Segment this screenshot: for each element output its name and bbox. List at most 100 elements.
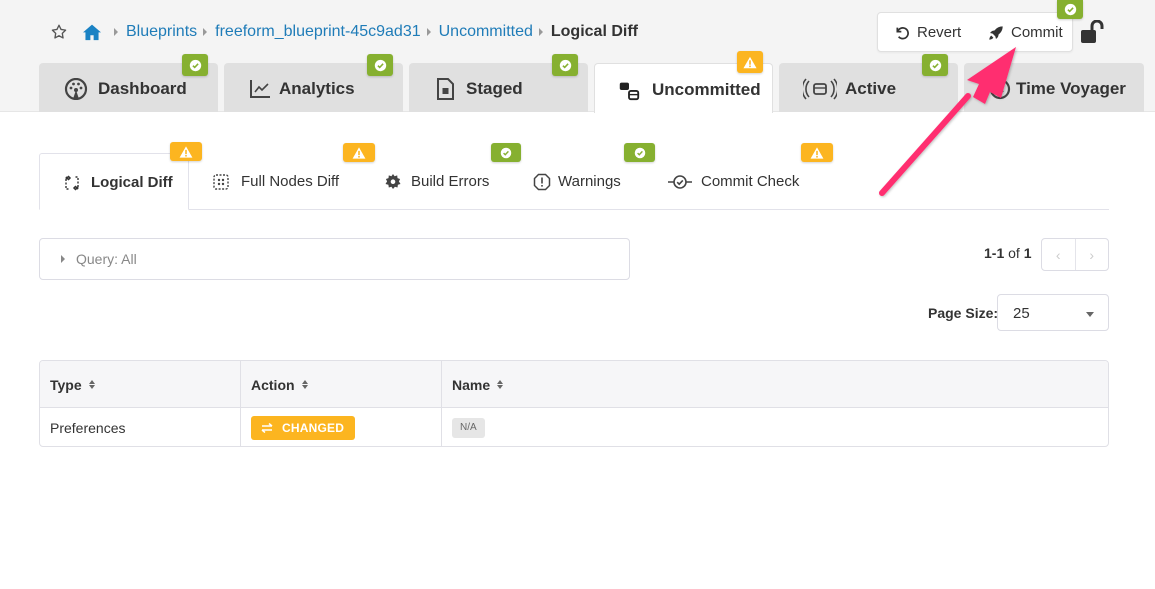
- pagination-total: 1: [1023, 245, 1032, 261]
- check-circle-icon: [559, 59, 571, 71]
- cell-action: CHANGED: [241, 408, 441, 446]
- next-page-button[interactable]: ›: [1076, 239, 1109, 270]
- breadcrumb-separator: [203, 28, 208, 36]
- breadcrumb-separator: [426, 28, 431, 36]
- tab-label: Time Voyager: [1016, 79, 1126, 98]
- page-size-label: Page Size:: [928, 305, 999, 321]
- breadcrumb-uncommitted[interactable]: Uncommitted: [439, 23, 533, 41]
- check-circle-icon: [634, 147, 645, 158]
- pagination-buttons: ‹ ›: [1041, 238, 1109, 271]
- pagination-summary: 1-1 of 1: [984, 245, 1032, 261]
- full-nodes-diff-icon: [211, 172, 231, 192]
- commit-button[interactable]: Commit: [988, 24, 1063, 41]
- breadcrumb-separator: [538, 28, 543, 36]
- commit-check-warning-badge: [801, 143, 833, 162]
- home-icon[interactable]: [82, 23, 102, 41]
- chevron-right-icon: ›: [1089, 246, 1095, 263]
- rocket-icon: [989, 25, 1003, 40]
- column-header-action[interactable]: Action: [241, 361, 442, 408]
- commit-actions-panel: Revert Commit: [877, 12, 1073, 52]
- tab-label: Staged: [466, 79, 523, 98]
- tab-label: Active: [845, 79, 897, 98]
- check-circle-icon: [500, 147, 512, 158]
- logical-diff-warning-badge: [170, 142, 202, 161]
- column-label: Name: [452, 376, 491, 393]
- top-bar: Blueprints freeform_blueprint-45c9ad31 U…: [0, 0, 1155, 113]
- chevron-left-icon: ‹: [1055, 246, 1061, 263]
- page-size-select[interactable]: 25: [997, 294, 1109, 331]
- uncommitted-blocks-icon: [617, 79, 641, 101]
- dashboard-status-badge: [182, 54, 208, 76]
- subtab-label: Build Errors: [411, 173, 490, 190]
- subtab-full-nodes-diff[interactable]: Full Nodes Diff: [189, 153, 354, 210]
- commit-check-icon: [667, 172, 693, 192]
- diff-table: Type Action Name Preferences CHANGED N/A: [39, 360, 1109, 447]
- staged-file-icon: [433, 78, 457, 100]
- breadcrumb: Blueprints freeform_blueprint-45c9ad31 U…: [50, 22, 638, 42]
- warnings-status-badge: [624, 143, 655, 162]
- active-broadcast-icon: [803, 78, 837, 100]
- warning-triangle-icon: [810, 146, 824, 159]
- tab-time-voyager[interactable]: Time Voyager: [964, 63, 1144, 112]
- active-status-badge: [922, 54, 948, 76]
- warning-triangle-icon: [179, 145, 193, 158]
- caret-down-icon: [1086, 312, 1094, 317]
- warning-octagon-icon: [532, 172, 552, 192]
- breadcrumb-blueprints[interactable]: Blueprints: [126, 23, 197, 41]
- check-circle-icon: [929, 59, 941, 71]
- caret-right-icon: [61, 255, 65, 263]
- cell-name: N/A: [442, 408, 742, 446]
- warning-triangle-icon: [743, 56, 757, 68]
- pagination-of: of: [1008, 245, 1020, 261]
- changed-action-badge: CHANGED: [251, 415, 356, 440]
- revert-label: Revert: [917, 24, 962, 41]
- tab-label: Uncommitted: [652, 80, 761, 99]
- name-na-tag: N/A: [452, 417, 485, 438]
- column-header-type[interactable]: Type: [40, 361, 240, 408]
- sort-icon: [301, 380, 308, 389]
- breadcrumb-blueprint-name[interactable]: freeform_blueprint-45c9ad31: [215, 23, 420, 41]
- line-chart-icon: [248, 78, 272, 100]
- swap-arrows-icon: [261, 422, 273, 433]
- revert-button[interactable]: Revert: [894, 24, 961, 41]
- column-header-name[interactable]: Name: [442, 361, 742, 408]
- undo-icon: [896, 26, 909, 39]
- subtab-logical-diff[interactable]: Logical Diff: [39, 153, 189, 210]
- sort-icon: [497, 380, 504, 389]
- tab-label: Analytics: [279, 79, 355, 98]
- check-circle-icon: [374, 59, 386, 71]
- column-label: Type: [50, 376, 82, 393]
- previous-page-button[interactable]: ‹: [1042, 239, 1076, 270]
- commit-status-ok-badge: [1057, 0, 1083, 19]
- warning-triangle-icon: [352, 146, 366, 159]
- subtab-commit-check[interactable]: Commit Check: [655, 153, 815, 210]
- action-label: CHANGED: [282, 420, 345, 435]
- check-circle-icon: [189, 59, 201, 71]
- star-icon[interactable]: [50, 23, 68, 41]
- unlock-icon[interactable]: [1080, 19, 1106, 44]
- page-size-value: 25: [1013, 305, 1030, 322]
- full-nodes-diff-warning-badge: [343, 143, 375, 162]
- pagination-range: 1-1: [984, 245, 1005, 261]
- uncommitted-warning-badge: [737, 51, 763, 73]
- build-errors-status-badge: [491, 143, 521, 162]
- subtab-warnings[interactable]: Warnings: [515, 153, 635, 210]
- dashboard-gauge-icon: [64, 78, 88, 100]
- subtab-label: Warnings: [558, 173, 621, 190]
- query-label: Query: All: [76, 251, 137, 267]
- staged-status-badge: [552, 54, 578, 76]
- subtab-label: Commit Check: [701, 173, 800, 190]
- subtab-build-errors[interactable]: Build Errors: [365, 153, 505, 210]
- subtab-label: Logical Diff: [91, 174, 173, 191]
- cell-type: Preferences: [50, 419, 126, 436]
- commit-label: Commit: [1011, 24, 1063, 41]
- check-circle-icon: [1064, 3, 1076, 16]
- tab-label: Dashboard: [98, 79, 187, 98]
- logical-diff-icon: [62, 173, 82, 193]
- subtab-label: Full Nodes Diff: [241, 173, 340, 190]
- time-history-icon: [988, 78, 1012, 100]
- breadcrumb-separator: [114, 28, 118, 36]
- analytics-status-badge: [367, 54, 393, 76]
- column-label: Action: [251, 376, 295, 393]
- query-filter-toggle[interactable]: Query: All: [39, 238, 630, 280]
